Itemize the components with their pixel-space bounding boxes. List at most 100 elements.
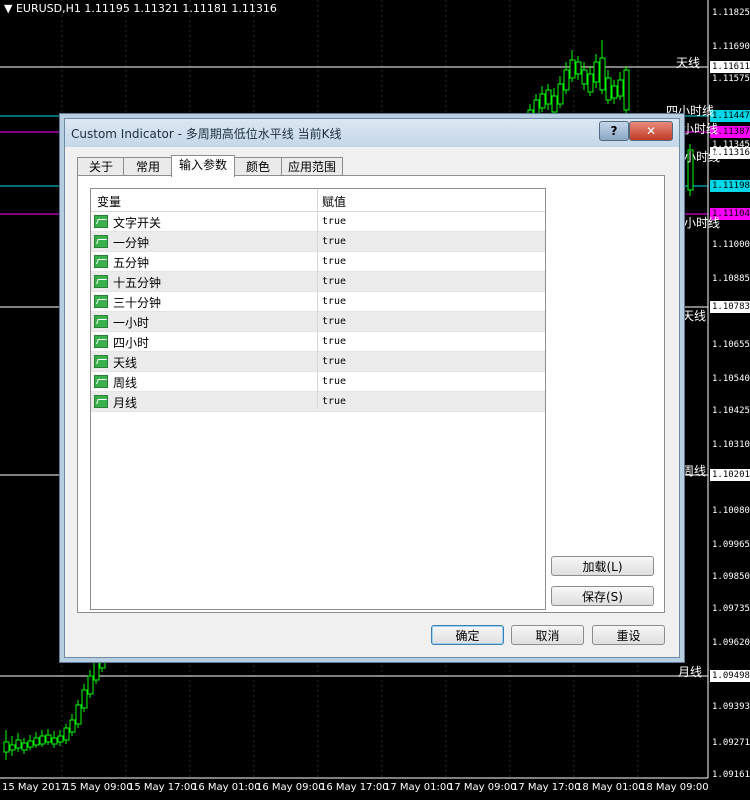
param-value[interactable]: true	[322, 316, 346, 327]
candle-body	[3, 741, 10, 753]
candle-body	[581, 69, 588, 85]
cancel-button[interactable]: 取消	[511, 625, 584, 645]
param-value[interactable]: true	[322, 376, 346, 387]
time-tick: 16 May 17:00	[320, 782, 389, 793]
candle-body	[533, 99, 540, 117]
time-tick: 17 May 01:00	[384, 782, 453, 793]
price-tick: 1.10310	[712, 440, 750, 450]
price-tick: 1.09161	[712, 770, 750, 780]
tab-common[interactable]: 常用	[123, 157, 173, 176]
custom-indicator-dialog: Custom Indicator - 多周期高低位水平线 当前K线 ? ✕ 关于…	[64, 118, 680, 658]
param-value[interactable]: true	[322, 216, 346, 227]
indicator-param-icon	[94, 275, 108, 288]
indicator-param-icon	[94, 255, 108, 268]
param-row[interactable]: 文字开关 true	[91, 212, 545, 232]
candle-body	[587, 73, 594, 93]
close-button[interactable]: ✕	[629, 121, 673, 141]
param-row[interactable]: 一分钟 true	[91, 232, 545, 252]
param-row[interactable]: 天线 true	[91, 352, 545, 372]
price-tick: 1.09271	[712, 738, 750, 748]
price-tick: 1.11825	[712, 8, 750, 18]
indicator-param-icon	[94, 295, 108, 308]
param-name: 一小时	[113, 316, 150, 330]
price-badge: 1.11198	[710, 180, 750, 192]
chart-header: ▼ EURUSD,H1 1.11195 1.11321 1.11181 1.11…	[4, 2, 277, 16]
price-tick: 1.11575	[712, 74, 750, 84]
param-name: 四小时	[113, 336, 150, 350]
candle-body	[39, 735, 46, 745]
param-value[interactable]: true	[322, 236, 346, 247]
candle-body	[593, 61, 600, 83]
time-tick: 15 May 17:00	[128, 782, 197, 793]
indicator-param-icon	[94, 235, 108, 248]
indicator-param-icon	[94, 375, 108, 388]
dropdown-triangle-icon[interactable]: ▼	[4, 2, 12, 15]
params-table: 变量 赋值 文字开关 true 一分钟 true 五分钟 true 十五分钟 true 三十分钟…	[90, 188, 546, 610]
tab-visualization[interactable]: 应用范围	[281, 157, 343, 176]
param-value[interactable]: true	[322, 276, 346, 287]
column-variable[interactable]: 变量	[97, 193, 121, 210]
param-row[interactable]: 十五分钟 true	[91, 272, 545, 292]
reset-button[interactable]: 重设	[592, 625, 665, 645]
time-tick: 17 May 09:00	[448, 782, 517, 793]
level-label: 天线	[682, 309, 707, 323]
param-value[interactable]: true	[322, 296, 346, 307]
level-label: 小时线	[684, 150, 721, 164]
candle-body	[33, 737, 40, 746]
time-tick: 16 May 09:00	[256, 782, 325, 793]
params-list: 文字开关 true 一分钟 true 五分钟 true 十五分钟 true 三十分钟 true 一小…	[91, 212, 545, 412]
price-tick: 1.10425	[712, 406, 750, 416]
tab-inputs[interactable]: 输入参数	[171, 155, 235, 177]
level-label: 小时线	[684, 216, 721, 230]
price-badge: 1.11611	[710, 61, 750, 73]
price-badge: 1.10201	[710, 469, 750, 481]
param-name: 三十分钟	[113, 296, 162, 310]
candle-body	[27, 740, 34, 748]
symbol-quote: EURUSD,H1 1.11195 1.11321 1.11181 1.1131…	[15, 2, 277, 15]
dialog-titlebar[interactable]: Custom Indicator - 多周期高低位水平线 当前K线 ? ✕	[65, 119, 679, 147]
price-tick: 1.10655	[712, 340, 750, 350]
param-name: 周线	[113, 376, 138, 390]
candle-body	[81, 689, 88, 709]
price-badge: 1.09498	[710, 670, 750, 682]
time-tick: 18 May 01:00	[576, 782, 645, 793]
ok-button[interactable]: 确定	[431, 625, 504, 645]
tab-colors[interactable]: 颜色	[233, 157, 283, 176]
help-button[interactable]: ?	[599, 121, 629, 141]
price-tick: 1.09620	[712, 638, 750, 648]
param-row[interactable]: 三十分钟 true	[91, 292, 545, 312]
param-row[interactable]: 周线 true	[91, 372, 545, 392]
param-value[interactable]: true	[322, 396, 346, 407]
candle-body	[93, 661, 100, 681]
price-tick: 1.09965	[712, 540, 750, 550]
time-tick: 18 May 09:00	[640, 782, 709, 793]
level-label: 月线	[678, 665, 703, 679]
indicator-param-icon	[94, 355, 108, 368]
candle-body	[9, 744, 16, 751]
tab-about[interactable]: 关于	[77, 157, 125, 176]
param-row[interactable]: 五分钟 true	[91, 252, 545, 272]
candle-body	[51, 737, 58, 745]
indicator-param-icon	[94, 395, 108, 408]
table-header: 变量 赋值	[91, 189, 545, 212]
load-button[interactable]: 加载(L)	[551, 556, 654, 576]
param-row[interactable]: 一小时 true	[91, 312, 545, 332]
param-value[interactable]: true	[322, 336, 346, 347]
param-name: 文字开关	[113, 216, 162, 230]
param-value[interactable]: true	[322, 356, 346, 367]
candle-body	[557, 83, 564, 105]
dialog-title: Custom Indicator - 多周期高低位水平线 当前K线	[71, 127, 342, 141]
indicator-param-icon	[94, 215, 108, 228]
level-label: 小时线	[682, 122, 719, 136]
price-tick: 1.11690	[712, 42, 750, 52]
param-row[interactable]: 四小时 true	[91, 332, 545, 352]
price-tick: 1.10540	[712, 374, 750, 384]
param-row[interactable]: 月线 true	[91, 392, 545, 412]
column-divider	[317, 189, 318, 409]
param-value[interactable]: true	[322, 256, 346, 267]
param-name: 一分钟	[113, 236, 150, 250]
column-value[interactable]: 赋值	[322, 193, 346, 210]
candle-body	[69, 719, 76, 733]
save-button[interactable]: 保存(S)	[551, 586, 654, 606]
price-tick: 1.11000	[712, 240, 750, 250]
